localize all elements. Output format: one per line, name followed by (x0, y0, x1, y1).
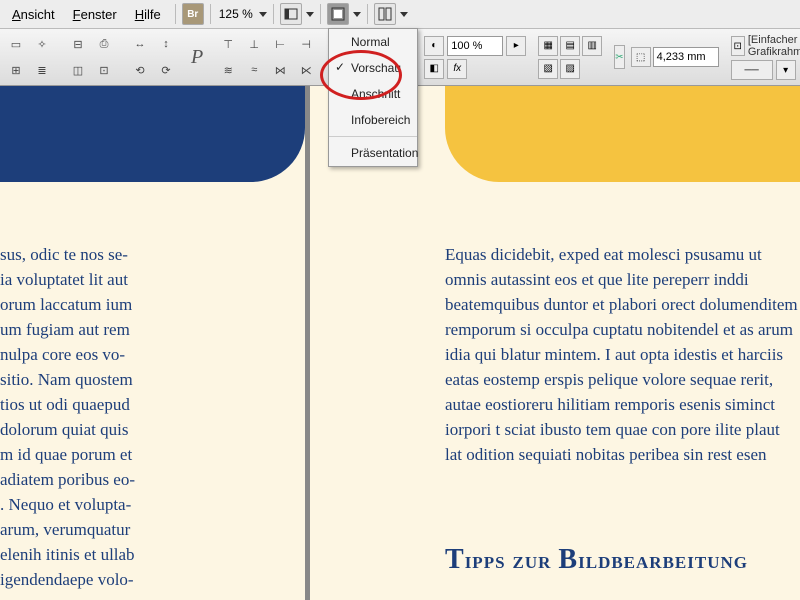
body-text-right: Equas dicidebit, exped eat molesci psusa… (445, 242, 800, 467)
dropdown-item-infobereich[interactable]: Infobereich (329, 107, 417, 133)
align-icon[interactable]: ⊤ (216, 32, 240, 56)
section-heading: Tipps zur Bildbearbeitung (445, 544, 748, 576)
wrap-icon[interactable]: ▥ (582, 36, 602, 56)
effects-icon[interactable]: ◧ (424, 59, 444, 79)
chevron-right-icon[interactable]: ▸ (506, 36, 526, 56)
tool-group-3: ↔ ↕ ⟲ ⟳ (128, 32, 178, 82)
separator (175, 4, 176, 24)
fx-group: ◐ 100 % ▸ ◧ fx (424, 36, 526, 79)
character-panel-icon[interactable]: P (190, 42, 204, 72)
tool-icon[interactable]: ⟳ (154, 58, 178, 82)
tool-icon[interactable]: ⊡ (92, 58, 116, 82)
screen-mode-dropdown: Normal Vorschau Anschnitt Infobereich Pr… (328, 28, 418, 167)
zoom-level[interactable]: 125 % (219, 7, 253, 21)
align-icon[interactable]: ⋉ (294, 58, 318, 82)
page-left[interactable]: sus, odic te nos se- ia voluptatet lit a… (0, 84, 305, 600)
dropdown-item-praesentation[interactable]: Präsentation (329, 140, 417, 166)
screen-mode-button[interactable] (327, 3, 349, 25)
align-icon[interactable]: ⋈ (268, 58, 292, 82)
tool-icon[interactable]: ✧ (30, 32, 54, 56)
crop-icon[interactable]: ✂ (614, 45, 624, 69)
menu-fenster[interactable]: Fenster (65, 3, 125, 26)
chevron-down-icon[interactable] (259, 12, 267, 17)
fx-button[interactable]: fx (447, 59, 467, 79)
tool-icon[interactable]: ↔ (128, 32, 152, 56)
align-icon[interactable]: ⊢ (268, 32, 292, 56)
view-opt-1[interactable] (280, 3, 302, 25)
measure-field[interactable]: 4,233 mm (653, 47, 719, 67)
align-icon[interactable]: ⊣ (294, 32, 318, 56)
wrap-icon[interactable]: ▧ (538, 59, 558, 79)
separator (329, 136, 417, 137)
frame-icon[interactable]: ⊡ (731, 36, 745, 56)
align-icon[interactable]: ≋ (216, 58, 240, 82)
tool-icon[interactable]: ↕ (154, 32, 178, 56)
tool-group-2: ⊟ ⎙ ◫ ⊡ (66, 32, 116, 82)
separator (320, 4, 321, 24)
menu-hilfe[interactable]: Hilfe (127, 3, 169, 26)
arrange-group (374, 3, 408, 25)
opacity-field[interactable]: 100 % (447, 36, 503, 56)
separator (367, 4, 368, 24)
dropdown-item-anschnitt[interactable]: Anschnitt (329, 81, 417, 107)
tool-icon[interactable]: ◫ (66, 58, 90, 82)
tool-icon[interactable]: ⟲ (128, 58, 152, 82)
graphic-frame-label[interactable]: [Einfacher Grafikrahmen]+ (748, 34, 800, 58)
header-shape-yellow (445, 84, 800, 182)
stroke-style[interactable]: ── (731, 60, 773, 80)
body-text-left: sus, odic te nos se- ia voluptatet lit a… (0, 242, 287, 592)
separator (273, 4, 274, 24)
header-shape-blue (0, 84, 305, 182)
dropdown-item-normal[interactable]: Normal (329, 29, 417, 55)
tool-icon[interactable]: ⊟ (66, 32, 90, 56)
chevron-down-icon[interactable]: ▾ (776, 60, 796, 80)
wrap-group: ▦ ▤ ▥ ▧ ▨ (538, 36, 602, 79)
wrap-icon[interactable]: ▦ (538, 36, 558, 56)
menubar: Ansicht Fenster Hilfe Br 125 % (0, 0, 800, 29)
opacity-icon[interactable]: ◐ (424, 36, 444, 56)
tool-group-1: ▭ ✧ ⊞ ≣ (4, 32, 54, 82)
chevron-down-icon[interactable] (306, 12, 314, 17)
tool-icon[interactable]: ≣ (30, 58, 54, 82)
screen-mode-group (327, 3, 361, 25)
tool-icon[interactable]: ⎙ (92, 32, 116, 56)
measure-group: ⬚ 4,233 mm (631, 47, 719, 67)
tool-icon[interactable]: ⊞ (4, 58, 28, 82)
chevron-down-icon[interactable] (353, 12, 361, 17)
wrap-icon[interactable]: ▨ (560, 59, 580, 79)
wrap-icon[interactable]: ▤ (560, 36, 580, 56)
link-icon[interactable]: ⬚ (631, 47, 651, 67)
bridge-button[interactable]: Br (182, 3, 204, 25)
style-group: ⊡ [Einfacher Grafikrahmen]+ ▾ ── ▾ (731, 34, 800, 80)
tool-icon[interactable]: ▭ (4, 32, 28, 56)
chevron-down-icon[interactable] (400, 12, 408, 17)
separator (210, 4, 211, 24)
view-options-group (280, 3, 314, 25)
align-icon[interactable]: ≈ (242, 58, 266, 82)
align-group: ⊤ ⊥ ⊢ ⊣ ≋ ≈ ⋈ ⋉ (216, 32, 318, 82)
dropdown-item-vorschau[interactable]: Vorschau (329, 55, 417, 81)
arrange-button[interactable] (374, 3, 396, 25)
menu-ansicht[interactable]: Ansicht (4, 3, 63, 26)
align-icon[interactable]: ⊥ (242, 32, 266, 56)
